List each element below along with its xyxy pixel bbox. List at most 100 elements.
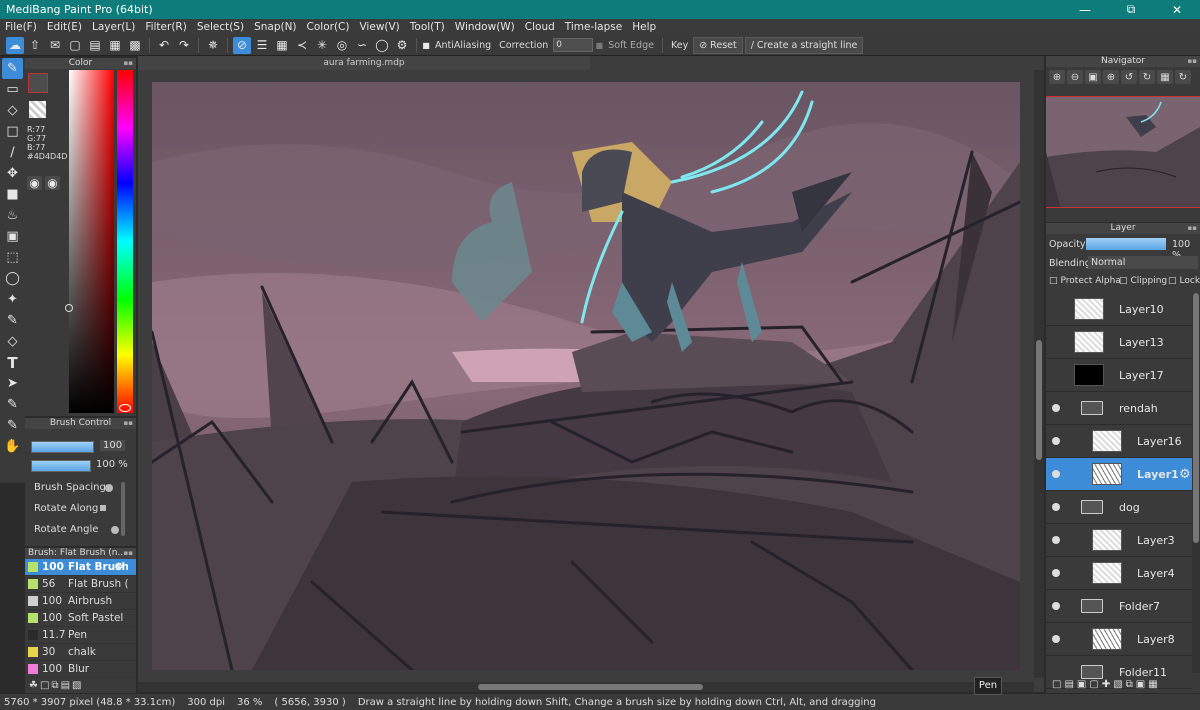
menu-timelapse[interactable]: Time-lapse bbox=[560, 21, 627, 33]
canvas-horizontal-scrollbar[interactable] bbox=[138, 682, 1034, 692]
new-brush-icon[interactable]: □ bbox=[40, 680, 49, 691]
new-halftone-layer-icon[interactable]: ▤ bbox=[1064, 679, 1073, 690]
hue-slider[interactable] bbox=[117, 70, 133, 413]
grid-tile-icon[interactable]: ▩ bbox=[126, 37, 144, 54]
minimize-button[interactable]: — bbox=[1062, 0, 1108, 19]
scrollbar-thumb[interactable] bbox=[478, 684, 703, 690]
brush-spacing-slider[interactable] bbox=[105, 484, 113, 492]
brush-size-slider[interactable] bbox=[31, 441, 94, 453]
layer-visibility-icon[interactable] bbox=[1052, 635, 1060, 643]
grid-snap-icon[interactable]: ▦ bbox=[273, 37, 291, 54]
panel-options-icon[interactable]: ▪▪ bbox=[124, 58, 134, 69]
rotate-right-icon[interactable]: ↻ bbox=[1139, 70, 1155, 84]
menu-filter[interactable]: Filter(R) bbox=[140, 21, 192, 33]
page-icon[interactable]: ▤ bbox=[86, 37, 104, 54]
maximize-button[interactable]: ⧉ bbox=[1108, 0, 1154, 19]
menu-file[interactable]: File(F) bbox=[0, 21, 42, 33]
speech-bubble-icon[interactable]: ▢ bbox=[66, 37, 84, 54]
layer-row[interactable]: Layer16 bbox=[1046, 425, 1192, 458]
menu-select[interactable]: Select(S) bbox=[192, 21, 249, 33]
menu-cloud[interactable]: Cloud bbox=[520, 21, 560, 33]
radial-snap-icon[interactable]: ✳ bbox=[313, 37, 331, 54]
layer-folder-row[interactable]: rendah bbox=[1046, 392, 1192, 425]
brush-item[interactable]: 100 Airbrush bbox=[25, 593, 136, 610]
panel-options-icon[interactable]: ▪▪ bbox=[124, 548, 134, 559]
protect-alpha-checkbox[interactable]: □ Protect Alpha bbox=[1049, 276, 1121, 286]
menu-tool[interactable]: Tool(T) bbox=[405, 21, 450, 33]
divide-tool-icon[interactable]: ✎ bbox=[2, 394, 23, 415]
layer-visibility-icon[interactable] bbox=[1052, 536, 1060, 544]
bucket-tool-icon[interactable]: ♨ bbox=[2, 205, 23, 226]
snap-settings-icon[interactable]: ⚙ bbox=[393, 37, 411, 54]
layer-settings-icon[interactable]: ⚙ bbox=[1179, 467, 1191, 482]
soft-edge-checkbox[interactable]: ■ bbox=[595, 37, 604, 54]
move-tool-icon[interactable]: ✥ bbox=[2, 163, 23, 184]
parallel-snap-icon[interactable]: ☰ bbox=[253, 37, 271, 54]
clipping-checkbox[interactable]: □ Clipping bbox=[1119, 276, 1167, 286]
operation-tool-icon[interactable]: ➤ bbox=[2, 373, 23, 394]
saturation-value-picker[interactable] bbox=[69, 70, 114, 413]
foreground-color-swatch[interactable] bbox=[28, 73, 48, 93]
scrollbar-thumb[interactable] bbox=[1193, 293, 1199, 543]
layer-visibility-icon[interactable] bbox=[1052, 503, 1060, 511]
reset-view-icon[interactable]: ↻ bbox=[1175, 70, 1191, 84]
rectangle-tool-icon[interactable]: □ bbox=[2, 121, 23, 142]
layer-row[interactable]: Layer1 ⚙ bbox=[1046, 458, 1192, 491]
eyedropper-tool-icon[interactable]: ✎ bbox=[2, 415, 23, 436]
layer-visibility-icon[interactable] bbox=[1052, 404, 1060, 412]
layer-row[interactable]: Layer17 bbox=[1046, 359, 1192, 392]
brush-opacity-value[interactable]: 100 % bbox=[93, 459, 131, 470]
gradient-tool-icon[interactable]: ▣ bbox=[2, 226, 23, 247]
layer-row[interactable]: Layer10 bbox=[1046, 293, 1192, 326]
brush-item[interactable]: 100 Flat Brush ⚙ bbox=[25, 559, 136, 576]
brush-item[interactable]: 100 Blur bbox=[25, 661, 136, 678]
panel-options-icon[interactable]: ▪▪ bbox=[1188, 223, 1198, 234]
palette-icon[interactable]: ◉ bbox=[27, 176, 42, 190]
layer-opacity-slider[interactable] bbox=[1086, 238, 1166, 250]
text-tool-icon[interactable]: T bbox=[2, 352, 23, 373]
snap-off-icon[interactable]: ⊘ bbox=[233, 36, 251, 54]
panel-options-icon[interactable]: ▪▪ bbox=[124, 418, 134, 429]
menu-color[interactable]: Color(C) bbox=[302, 21, 355, 33]
antialiasing-checkbox[interactable]: ■ bbox=[422, 37, 430, 54]
brush-settings-icon[interactable]: ▤ bbox=[61, 680, 70, 691]
rotate-angle-slider[interactable] bbox=[111, 526, 119, 534]
new-1bit-layer-icon[interactable]: ▢ bbox=[1089, 679, 1098, 690]
layer-folder-row[interactable]: dog bbox=[1046, 491, 1192, 524]
cloud-icon[interactable]: ☁ bbox=[6, 36, 24, 54]
brush-item[interactable]: 30 chalk bbox=[25, 644, 136, 661]
rotate-along-checkbox[interactable] bbox=[100, 505, 106, 511]
add-brush-icon[interactable]: ☘ bbox=[29, 680, 38, 691]
menu-view[interactable]: View(V) bbox=[354, 21, 404, 33]
drawing-canvas[interactable] bbox=[152, 82, 1020, 670]
brush-tool-icon[interactable]: ✎ bbox=[2, 58, 23, 79]
merge-down-icon[interactable]: ▣ bbox=[1136, 679, 1145, 690]
straight-line-button[interactable]: ∕ Create a straight line bbox=[744, 36, 864, 54]
ellipse-snap-icon[interactable]: ◯ bbox=[373, 37, 391, 54]
zoom-out-icon[interactable]: ⊖ bbox=[1067, 70, 1083, 84]
hand-tool-icon[interactable]: ✋ bbox=[2, 436, 23, 457]
menu-help[interactable]: Help bbox=[627, 21, 661, 33]
menu-snap[interactable]: Snap(N) bbox=[249, 21, 301, 33]
layer-visibility-icon[interactable] bbox=[1052, 470, 1060, 478]
zoom-actual-icon[interactable]: ⊕ bbox=[1103, 70, 1119, 84]
reset-button[interactable]: ⊘ Reset bbox=[693, 36, 743, 54]
menu-layer[interactable]: Layer(L) bbox=[87, 21, 140, 33]
line-tool-icon[interactable]: ∕ bbox=[2, 142, 23, 163]
palette-edit-icon[interactable]: ◉ bbox=[45, 176, 60, 190]
brush-item[interactable]: 100 Soft Pastel bbox=[25, 610, 136, 627]
new-folder-icon[interactable]: ▧ bbox=[1113, 679, 1122, 690]
dot-eraser-tool-icon[interactable]: ◇ bbox=[2, 100, 23, 121]
rotate-left-icon[interactable]: ↺ bbox=[1121, 70, 1137, 84]
curve-snap-icon[interactable]: ∽ bbox=[353, 37, 371, 54]
fit-window-icon[interactable]: ▣ bbox=[1085, 70, 1101, 84]
transparent-color-swatch[interactable] bbox=[29, 101, 46, 118]
brush-size-value[interactable]: 100 bbox=[100, 440, 126, 451]
layer-visibility-icon[interactable] bbox=[1052, 437, 1060, 445]
flip-icon[interactable]: ▦ bbox=[1157, 70, 1173, 84]
share-icon[interactable]: ⇧ bbox=[26, 37, 44, 54]
brush-control-scrollbar[interactable] bbox=[121, 482, 125, 536]
brush-item[interactable]: 56 Flat Brush ( bbox=[25, 576, 136, 593]
lasso-tool-icon[interactable]: ◯ bbox=[2, 268, 23, 289]
zoom-in-icon[interactable]: ⊕ bbox=[1049, 70, 1065, 84]
